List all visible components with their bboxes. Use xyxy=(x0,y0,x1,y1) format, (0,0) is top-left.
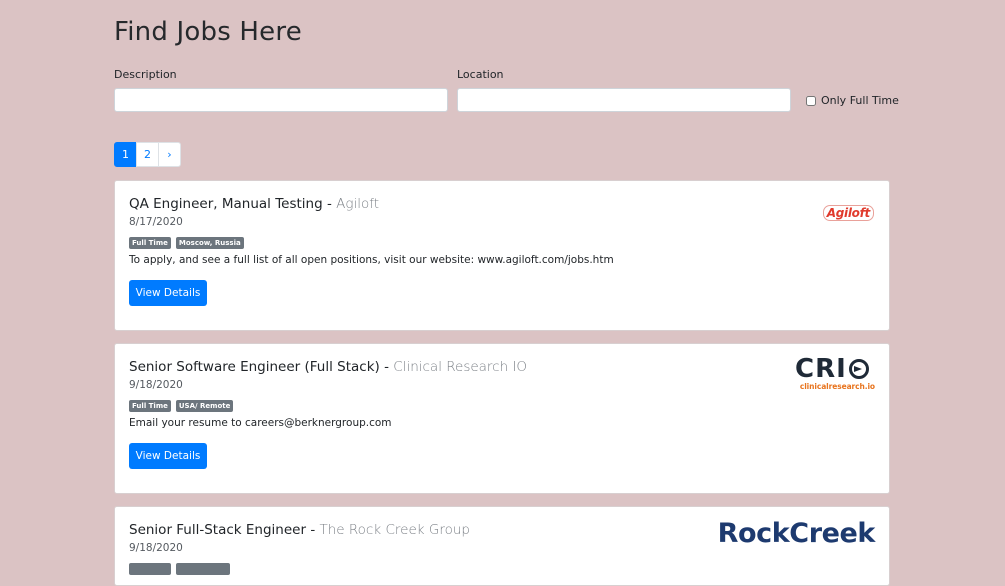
page-2-link[interactable]: 2 xyxy=(136,142,159,167)
job-card: Senior Full-Stack Engineer - The Rock Cr… xyxy=(114,506,890,586)
arrow-circle-icon xyxy=(848,359,869,379)
job-type-badge xyxy=(129,563,171,575)
job-location-badge: Moscow, Russia xyxy=(175,237,244,249)
job-badges: Full Time USA/ Remote xyxy=(129,400,234,412)
job-title: Senior Full-Stack Engineer xyxy=(129,522,307,538)
job-description: To apply, and see a full list of all ope… xyxy=(129,254,614,266)
job-title: QA Engineer, Manual Testing xyxy=(129,196,323,212)
job-card: QA Engineer, Manual Testing - Agiloft 8/… xyxy=(114,180,890,331)
company-logo: RockCreek xyxy=(717,518,876,549)
job-date: 8/17/2020 xyxy=(129,216,183,228)
job-company: The Rock Creek Group xyxy=(319,522,470,538)
job-heading: Senior Full-Stack Engineer - The Rock Cr… xyxy=(129,522,470,538)
job-type-badge: Full Time xyxy=(129,400,171,412)
company-logo: CRI clinicalresearch.io xyxy=(795,356,875,394)
next-page-link[interactable]: › xyxy=(158,142,181,167)
job-card: Senior Software Engineer (Full Stack) - … xyxy=(114,343,890,494)
job-badges xyxy=(129,563,230,575)
company-logo: Agiloft xyxy=(822,205,874,221)
crio-logo-subtitle: clinicalresearch.io xyxy=(799,382,875,391)
job-company: Agiloft xyxy=(336,196,380,212)
crio-logo-mark: CRI xyxy=(795,356,875,382)
page-1-link[interactable]: 1 xyxy=(114,142,137,167)
view-details-button[interactable]: View Details xyxy=(129,443,207,469)
job-separator: - xyxy=(379,359,394,375)
job-heading: Senior Software Engineer (Full Stack) - … xyxy=(129,359,527,375)
full-time-label: Only Full Time xyxy=(821,94,899,107)
job-location-badge xyxy=(176,563,230,575)
job-badges: Full Time Moscow, Russia xyxy=(129,237,244,249)
location-input[interactable] xyxy=(457,88,791,112)
job-date: 9/18/2020 xyxy=(129,379,183,391)
job-separator: - xyxy=(322,196,337,212)
job-separator: - xyxy=(306,522,320,538)
job-company: Clinical Research IO xyxy=(393,359,528,375)
job-heading: QA Engineer, Manual Testing - Agiloft xyxy=(129,196,379,212)
view-details-button[interactable]: View Details xyxy=(129,280,207,306)
location-label: Location xyxy=(457,68,504,81)
crio-logo-text: CRI xyxy=(795,354,847,384)
job-location-badge: USA/ Remote xyxy=(175,400,234,412)
job-date: 9/18/2020 xyxy=(129,542,183,554)
job-description: Email your resume to careers@berknergrou… xyxy=(129,417,392,429)
job-title: Senior Software Engineer (Full Stack) xyxy=(129,359,380,375)
full-time-checkbox[interactable] xyxy=(806,95,816,106)
job-type-badge: Full Time xyxy=(129,237,171,249)
description-input[interactable] xyxy=(114,88,448,112)
full-time-toggle[interactable]: Only Full Time xyxy=(806,94,899,107)
pagination: 1 2 › xyxy=(114,142,181,167)
description-label: Description xyxy=(114,68,177,81)
page-title: Find Jobs Here xyxy=(114,17,302,47)
